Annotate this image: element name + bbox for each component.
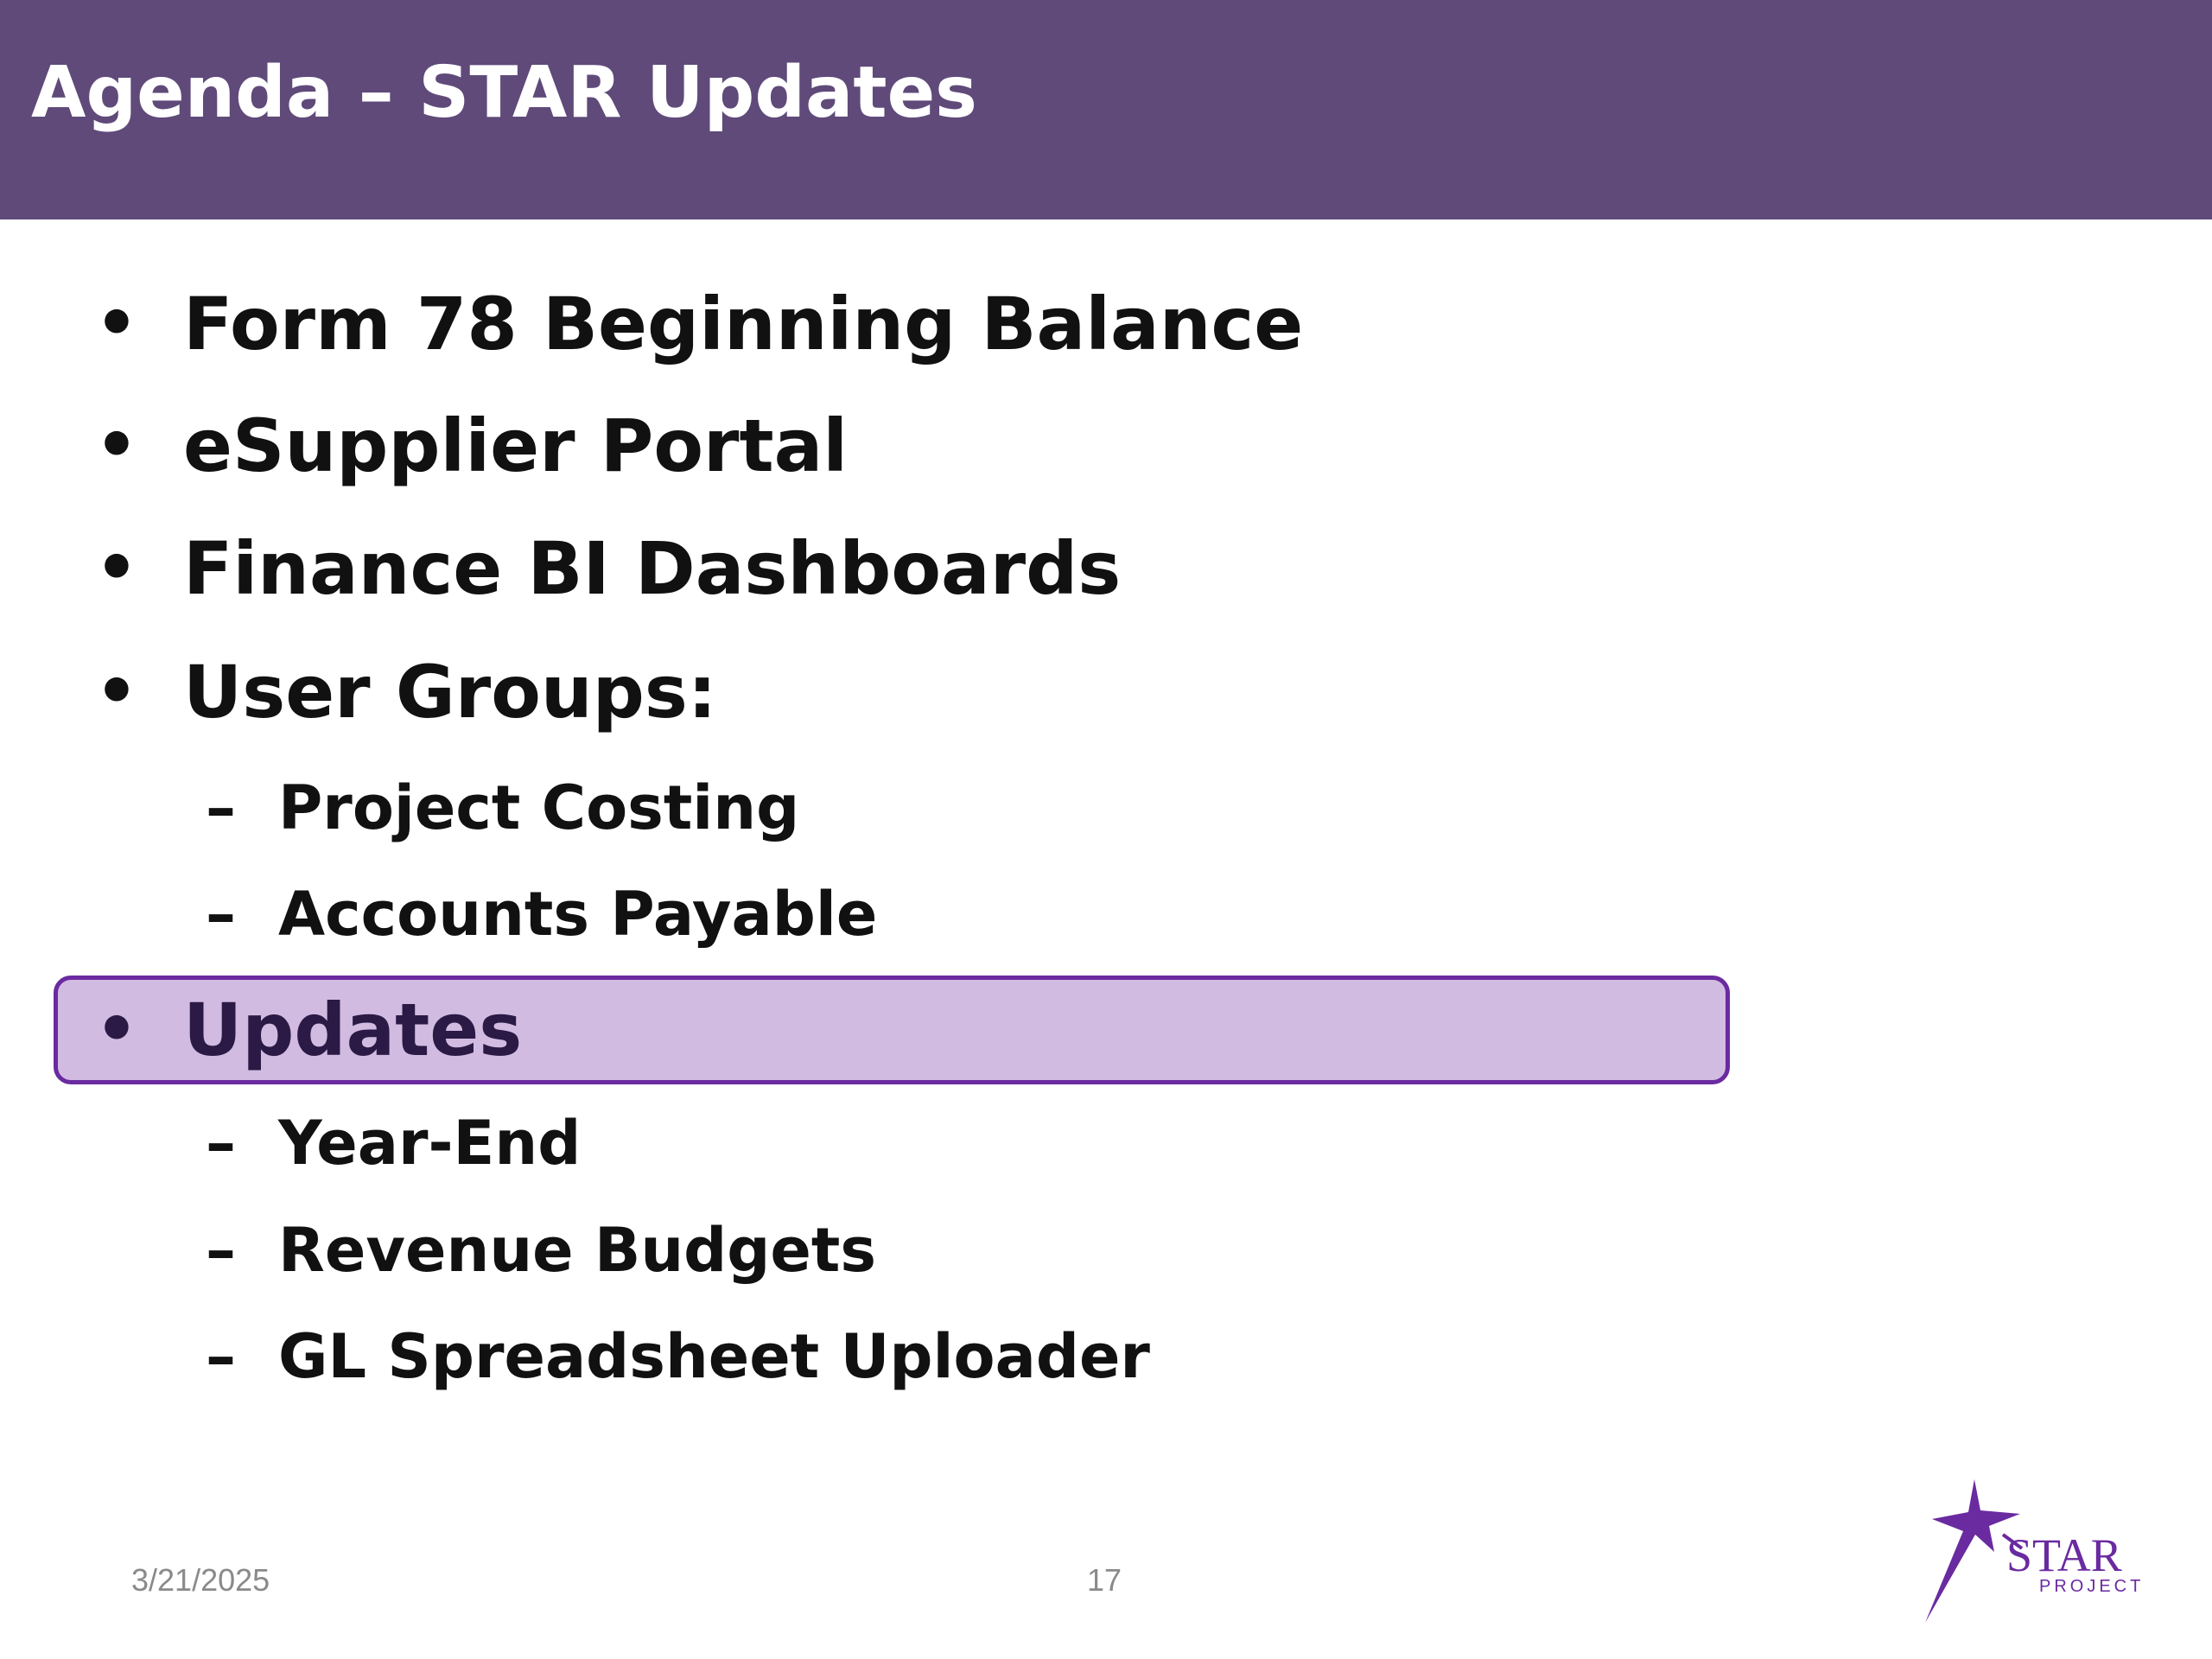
bullet-item: • Form 78 Beginning Balance bbox=[95, 276, 1303, 372]
bullet-marker: • bbox=[95, 285, 138, 363]
page-number: 17 bbox=[1087, 1562, 1122, 1598]
slide-title: Agenda – STAR Updates bbox=[31, 52, 977, 134]
sub-bullet-text: Project Costing bbox=[278, 772, 800, 843]
title-bar: Agenda – STAR Updates bbox=[0, 0, 2212, 219]
dash-marker: – bbox=[206, 772, 236, 843]
sub-bullet-text: Year-End bbox=[278, 1108, 582, 1179]
bullet-item: • eSupplier Portal bbox=[95, 398, 848, 493]
bullet-marker: • bbox=[95, 653, 138, 731]
bullet-text: Form 78 Beginning Balance bbox=[183, 282, 1304, 366]
bullet-marker: • bbox=[95, 991, 138, 1069]
bullet-item: • User Groups: bbox=[95, 645, 716, 740]
sub-bullet-text: GL Spreadsheet Uploader bbox=[278, 1321, 1150, 1392]
sub-bullet-item: – Accounts Payable bbox=[206, 871, 877, 957]
bullet-text: Updates bbox=[183, 988, 523, 1072]
bullet-item: • Finance BI Dashboards bbox=[95, 521, 1121, 616]
sub-bullet-item: – Revenue Budgets bbox=[206, 1207, 876, 1294]
slide: Agenda – STAR Updates • Form 78 Beginnin… bbox=[0, 0, 2212, 1659]
bullet-text: eSupplier Portal bbox=[183, 404, 849, 488]
sub-bullet-item: – Year-End bbox=[206, 1100, 581, 1186]
bullet-marker: • bbox=[95, 407, 138, 485]
dash-marker: – bbox=[206, 1215, 236, 1286]
sub-bullet-text: Accounts Payable bbox=[278, 879, 878, 950]
sub-bullet-item: – GL Spreadsheet Uploader bbox=[206, 1313, 1150, 1400]
bullet-text: User Groups: bbox=[183, 650, 717, 734]
bullet-marker: • bbox=[95, 530, 138, 607]
logo-sub: PROJECT bbox=[2039, 1577, 2144, 1596]
footer-date: 3/21/2025 bbox=[131, 1562, 270, 1598]
highlighted-bullet-item: • Updates bbox=[95, 982, 522, 1077]
star-project-logo-icon: STAR PROJECT bbox=[1925, 1479, 2144, 1623]
dash-marker: – bbox=[206, 1108, 236, 1179]
sub-bullet-text: Revenue Budgets bbox=[278, 1215, 877, 1286]
dash-marker: – bbox=[206, 1321, 236, 1392]
bullet-text: Finance BI Dashboards bbox=[183, 526, 1122, 611]
sub-bullet-item: – Project Costing bbox=[206, 765, 799, 851]
logo-word: STAR bbox=[2006, 1529, 2122, 1581]
dash-marker: – bbox=[206, 879, 236, 950]
